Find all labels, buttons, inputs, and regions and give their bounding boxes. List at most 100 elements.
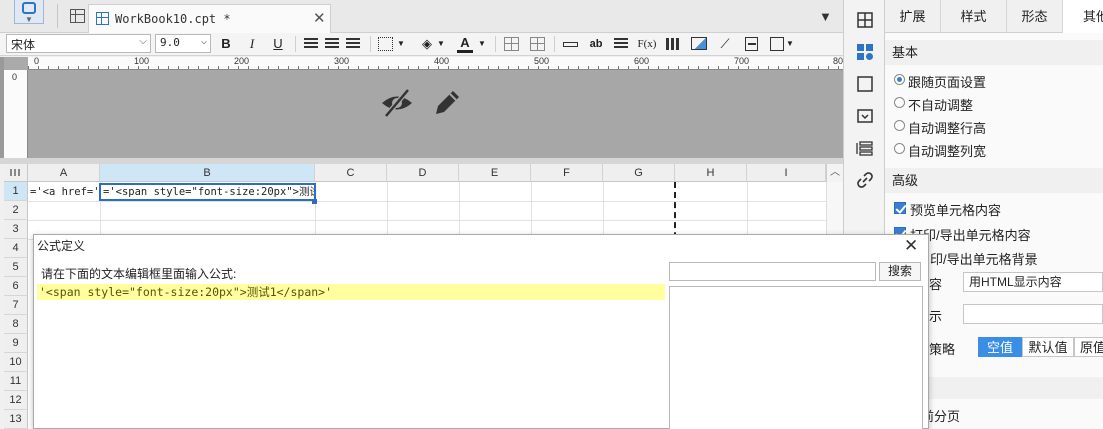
column-header-b[interactable]: B <box>100 164 315 182</box>
dialog-title: 公式定义 <box>34 235 928 257</box>
column-header-d[interactable]: D <box>387 164 459 182</box>
function-list[interactable] <box>669 286 923 429</box>
chevron-down-icon[interactable]: ▼ <box>396 35 406 53</box>
row-header[interactable]: 2 <box>4 201 28 220</box>
column-header-c[interactable]: C <box>315 164 387 182</box>
align-left-icon[interactable] <box>304 38 318 50</box>
row-header[interactable]: 1 <box>4 182 28 201</box>
scroll-up-icon[interactable]: ︿ <box>826 164 843 182</box>
underline-button[interactable]: U <box>270 35 286 53</box>
toolbar-separator <box>370 36 371 52</box>
paragraph-icon[interactable] <box>614 38 628 50</box>
frame-icon[interactable] <box>770 37 784 51</box>
horizontal-ruler: 0 100 200 300 400 500 600 700 80 <box>28 56 844 70</box>
ruler-tick: 400 <box>434 56 450 66</box>
edit-pencil-icon[interactable] <box>430 86 464 120</box>
hide-eye-icon[interactable] <box>380 86 414 120</box>
close-tab-icon[interactable]: ✕ <box>313 9 326 27</box>
radio-follow-page[interactable] <box>894 74 905 85</box>
show-label: 示 <box>929 309 943 324</box>
condition-property-icon[interactable] <box>856 107 874 125</box>
content-display-select[interactable]: 用HTML显示内容 <box>963 272 1103 292</box>
row-header[interactable]: 11 <box>4 372 28 391</box>
radio-auto-col-width[interactable] <box>894 143 905 154</box>
cell-b1-selected[interactable]: ='<span style="font-size:20px">测试 <box>99 183 316 201</box>
tab-form[interactable]: 形态 <box>1007 0 1063 33</box>
image-icon[interactable] <box>691 37 707 50</box>
column-header-f[interactable]: F <box>531 164 603 182</box>
show-field[interactable] <box>963 304 1103 324</box>
widget-icon[interactable] <box>745 37 758 51</box>
row-header[interactable]: 9 <box>4 334 28 353</box>
column-header-e[interactable]: E <box>459 164 531 182</box>
policy-default-button[interactable]: 默认值 <box>1022 337 1074 357</box>
chevron-down-icon: ⌵ <box>200 36 207 47</box>
font-family-select[interactable]: 宋体 ⌵ <box>6 34 151 53</box>
select-all-corner[interactable] <box>4 164 28 182</box>
ruler-corner <box>4 57 28 70</box>
ruler-tick: 80 <box>833 56 844 66</box>
align-right-icon[interactable] <box>346 38 360 50</box>
app-menu-caret-icon[interactable]: ▼ <box>25 15 33 24</box>
row-header[interactable]: 3 <box>4 220 28 239</box>
checkbox-label: 印/导出单元格背景 <box>930 252 1038 267</box>
ruler-tick: 600 <box>634 56 650 66</box>
chevron-down-icon[interactable]: ▼ <box>477 35 487 53</box>
cell-attribute-icon[interactable] <box>856 11 874 29</box>
tab-list-icon[interactable]: ▼ <box>819 9 832 24</box>
radio-no-auto-adjust[interactable] <box>894 97 905 108</box>
text-tool-button[interactable]: ab <box>587 35 605 53</box>
formula-editor[interactable]: '<span style="font-size:20px">测试1</span>… <box>37 284 665 300</box>
fill-color-icon[interactable]: ◈ <box>418 35 436 53</box>
row-header[interactable]: 5 <box>4 258 28 277</box>
font-size-select[interactable]: 9.0 ⌵ <box>155 34 211 53</box>
bar-chart-icon[interactable] <box>666 38 680 50</box>
ruler-tick: 100 <box>134 56 150 66</box>
column-header-h[interactable]: H <box>675 164 747 182</box>
row-header[interactable]: 7 <box>4 296 28 315</box>
hyperlink-icon[interactable] <box>856 171 874 189</box>
checkbox-preview-content[interactable] <box>894 202 906 214</box>
fill-handle[interactable] <box>312 199 317 204</box>
tab-style[interactable]: 样式 <box>941 0 1007 33</box>
row-header[interactable]: 6 <box>4 277 28 296</box>
search-input[interactable] <box>669 262 876 281</box>
align-center-icon[interactable] <box>325 38 339 50</box>
cell-a1[interactable]: ='<a href=' <box>30 183 99 201</box>
row-header[interactable]: 8 <box>4 315 28 334</box>
row-header[interactable]: 12 <box>4 391 28 410</box>
column-header-g[interactable]: G <box>603 164 675 182</box>
row-header[interactable]: 10 <box>4 353 28 372</box>
section-advanced: 高级 <box>885 168 1103 193</box>
grid-view-icon[interactable] <box>70 9 85 23</box>
row-header[interactable]: 13 <box>4 410 28 429</box>
row-header[interactable]: 4 <box>4 239 28 258</box>
chevron-down-icon[interactable]: ▼ <box>785 35 795 53</box>
radio-auto-row-height[interactable] <box>894 120 905 131</box>
border-icon[interactable] <box>378 37 393 51</box>
tab-extend[interactable]: 扩展 <box>885 0 941 33</box>
chevron-down-icon[interactable]: ▼ <box>436 35 446 53</box>
slash-line-icon[interactable]: ⟋ <box>716 35 734 53</box>
file-tab[interactable]: WorkBook10.cpt * ✕ <box>88 4 331 33</box>
ruler-tick: 0 <box>34 56 40 66</box>
formula-tool-button[interactable]: F(x) <box>636 35 658 53</box>
ruler-tick: 700 <box>734 56 750 66</box>
ruler-tick: 500 <box>534 56 550 66</box>
cell-element-icon[interactable] <box>856 75 874 93</box>
close-icon[interactable]: ✕ <box>904 236 918 256</box>
insert-cell-icon[interactable] <box>563 42 578 47</box>
italic-button[interactable]: I <box>244 35 260 53</box>
policy-null-button[interactable]: 空值 <box>978 337 1022 357</box>
policy-original-button[interactable]: 原值 <box>1074 337 1103 357</box>
column-header-i[interactable]: I <box>747 164 826 182</box>
tab-other[interactable]: 其他 <box>1063 0 1103 33</box>
merge-cells-icon[interactable] <box>504 37 519 51</box>
unmerge-cells-icon[interactable] <box>530 37 545 51</box>
text-color-button[interactable]: A <box>457 35 473 53</box>
column-header-a[interactable]: A <box>28 164 100 182</box>
widget-settings-icon[interactable] <box>856 43 874 61</box>
search-button[interactable]: 搜索 <box>879 262 921 281</box>
bold-button[interactable]: B <box>218 35 234 53</box>
data-list-icon[interactable] <box>856 139 874 157</box>
